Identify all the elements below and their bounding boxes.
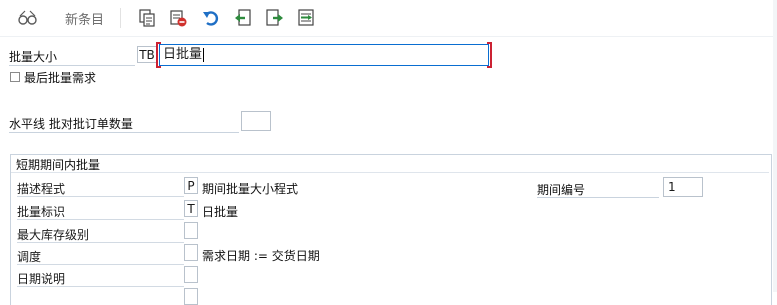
- scheduling-label-row: 调度: [17, 246, 184, 265]
- group-title-divider: [11, 172, 769, 173]
- copy-icon[interactable]: [137, 8, 157, 28]
- lot-indicator-code-field[interactable]: T: [184, 200, 198, 217]
- lot-indicator-label: 批量标识: [17, 205, 66, 219]
- last-lot-requirement-checkbox[interactable]: [10, 72, 20, 82]
- date-interpretation-label: 日期说明: [17, 272, 66, 286]
- horizon-label: 水平线 批对批订单数量: [9, 117, 133, 131]
- select-block-icon[interactable]: [297, 8, 317, 28]
- toolbar: 新条目: [0, 0, 777, 37]
- lot-size-description-value: 日批量: [163, 47, 203, 62]
- window-right-edge: [773, 0, 777, 292]
- undo-icon[interactable]: [201, 8, 221, 28]
- date-interpretation-field[interactable]: [184, 266, 198, 283]
- toolbar-separator: [120, 8, 121, 28]
- lot-size-label: 批量大小: [9, 50, 58, 64]
- lot-size-code-field[interactable]: TB: [137, 46, 157, 63]
- lot-indicator-text: 日批量: [202, 205, 239, 219]
- scheduling-label: 调度: [17, 250, 42, 264]
- text-cursor: [203, 47, 205, 62]
- period-number-input[interactable]: 1: [663, 177, 703, 197]
- period-number-label-row: 期间编号: [537, 181, 659, 198]
- scheduling-code-field[interactable]: [184, 244, 198, 261]
- last-lot-requirement-label: 最后批量需求: [24, 71, 97, 85]
- lot-size-label-row: 批量大小: [9, 48, 135, 66]
- next-row-field[interactable]: [184, 288, 198, 305]
- lot-indicator-label-row: 批量标识: [17, 201, 184, 220]
- horizon-input[interactable]: [241, 111, 271, 131]
- horizon-label-row: 水平线 批对批订单数量: [9, 115, 239, 133]
- glasses-icon[interactable]: [17, 8, 39, 28]
- next-entry-icon[interactable]: [265, 8, 285, 28]
- description-program-label-row: 描述程式: [17, 178, 184, 197]
- previous-entry-icon[interactable]: [233, 8, 253, 28]
- new-entries-button[interactable]: 新条目: [65, 9, 104, 28]
- scheduling-text: 需求日期 := 交货日期: [202, 249, 320, 263]
- max-stock-level-label-row: 最大库存级别: [17, 224, 184, 243]
- max-stock-level-label: 最大库存级别: [17, 228, 90, 242]
- max-stock-level-field[interactable]: [184, 222, 198, 239]
- description-program-text: 期间批量大小程式: [202, 182, 299, 196]
- delete-icon[interactable]: [168, 8, 188, 28]
- date-interpretation-label-row: 日期说明: [17, 268, 184, 287]
- lot-size-description-input[interactable]: 日批量: [156, 42, 492, 68]
- group-title: 短期期间内批量: [16, 158, 101, 172]
- description-program-label: 描述程式: [17, 182, 66, 196]
- period-number-label: 期间编号: [537, 183, 586, 197]
- description-program-code-field[interactable]: P: [184, 177, 198, 194]
